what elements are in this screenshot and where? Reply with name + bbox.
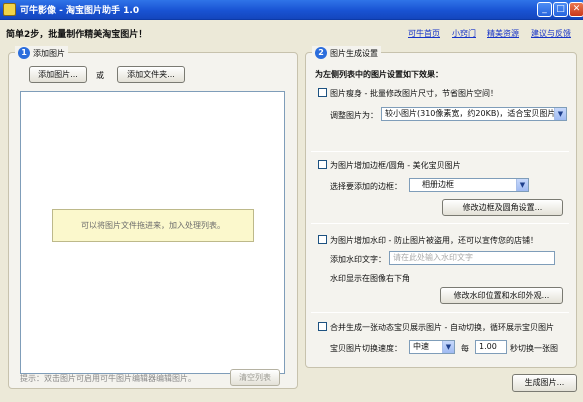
link-resources[interactable]: 精美资源 bbox=[487, 28, 519, 39]
app-icon bbox=[3, 3, 16, 16]
chevron-down-icon: ▼ bbox=[442, 341, 454, 353]
add-folder-button[interactable]: 添加文件夹... bbox=[117, 66, 185, 83]
border-checkbox[interactable] bbox=[318, 160, 327, 169]
slim-checkbox[interactable] bbox=[318, 88, 327, 97]
border-select[interactable]: 相册边框 ▼ bbox=[409, 178, 529, 192]
window-title: 可牛影像 - 淘宝图片助手 1.0 bbox=[20, 6, 140, 16]
resize-label: 调整图片为： bbox=[330, 111, 378, 120]
settings-legend: 2 图片生成设置 bbox=[312, 46, 381, 60]
border-settings-button[interactable]: 修改边框及圆角设置... bbox=[442, 199, 563, 216]
step-2-icon: 2 bbox=[315, 47, 327, 59]
divider bbox=[311, 151, 569, 152]
border-select-value: 相册边框 bbox=[422, 180, 454, 189]
every-label: 每 bbox=[461, 344, 469, 353]
divider bbox=[311, 223, 569, 224]
seconds-input[interactable]: 1.00 bbox=[475, 340, 507, 354]
client-area: 简单2步，批量制作精美淘宝图片！ 可牛首页 小窍门 精美资源 建议与反馈 1 添… bbox=[0, 20, 583, 402]
clear-list-button[interactable]: 清空列表 bbox=[230, 369, 280, 386]
maximize-button[interactable]: □ bbox=[553, 2, 568, 17]
image-list[interactable]: 可以将图片文件拖进来，加入处理列表。 bbox=[20, 91, 285, 374]
divider bbox=[311, 312, 569, 313]
slim-label[interactable]: 图片瘦身 - 批量修改图片尺寸，节省图片空间！ bbox=[330, 88, 498, 99]
tip-text: 提示：双击图片可启用可牛图片编辑器编辑图片。 bbox=[20, 374, 196, 383]
resize-value: 较小图片(310像素宽，约20KB)，适合宝贝图片 bbox=[385, 109, 556, 118]
close-button[interactable]: ✕ bbox=[569, 2, 583, 17]
merge-label[interactable]: 合并生成一张动态宝贝展示图片 - 自动切换，循环展示宝贝图片 bbox=[330, 322, 554, 333]
seconds-value: 1.00 bbox=[479, 342, 497, 351]
watermark-text-input[interactable]: 请在此处输入水印文字 bbox=[389, 251, 555, 265]
watermark-position-text: 水印显示在图像右下角 bbox=[330, 274, 410, 283]
watermark-label[interactable]: 为图片增加水印 - 防止图片被盗用，还可以宣传您的店铺！ bbox=[330, 235, 538, 246]
step-1-icon: 1 bbox=[18, 47, 30, 59]
minimize-button[interactable]: _ bbox=[537, 2, 552, 17]
settings-title: 图片生成设置 bbox=[330, 48, 378, 58]
link-tips[interactable]: 小窍门 bbox=[452, 28, 476, 39]
link-feedback[interactable]: 建议与反馈 bbox=[531, 28, 571, 39]
generate-button[interactable]: 生成图片... bbox=[512, 374, 577, 392]
chevron-down-icon: ▼ bbox=[516, 179, 528, 191]
add-images-legend: 1 添加图片 bbox=[15, 46, 68, 60]
speed-value: 中速 bbox=[413, 342, 429, 351]
page-headline: 简单2步，批量制作精美淘宝图片！ bbox=[6, 30, 148, 40]
seconds-suffix: 秒切换一张图 bbox=[510, 344, 558, 353]
link-homepage[interactable]: 可牛首页 bbox=[408, 28, 440, 39]
add-images-title: 添加图片 bbox=[33, 48, 65, 58]
resize-select[interactable]: 较小图片(310像素宽，约20KB)，适合宝贝图片 ▼ bbox=[381, 107, 567, 121]
watermark-settings-button[interactable]: 修改水印位置和水印外观... bbox=[440, 287, 563, 304]
merge-checkbox[interactable] bbox=[318, 322, 327, 331]
or-label: 或 bbox=[96, 71, 104, 80]
settings-intro: 为左侧列表中的图片设置如下效果： bbox=[315, 70, 443, 79]
border-select-label: 选择要添加的边框： bbox=[330, 182, 402, 191]
watermark-text-label: 添加水印文字： bbox=[330, 255, 386, 264]
chevron-down-icon: ▼ bbox=[554, 108, 566, 120]
speed-select[interactable]: 中速 ▼ bbox=[409, 340, 455, 354]
title-bar[interactable]: 可牛影像 - 淘宝图片助手 1.0 _ □ ✕ bbox=[0, 0, 583, 20]
watermark-checkbox[interactable] bbox=[318, 235, 327, 244]
add-image-button[interactable]: 添加图片... bbox=[29, 66, 87, 83]
drop-hint: 可以将图片文件拖进来，加入处理列表。 bbox=[52, 209, 254, 242]
border-label[interactable]: 为图片增加边框/圆角 - 美化宝贝图片 bbox=[330, 160, 461, 171]
speed-label: 宝贝图片切换速度： bbox=[330, 344, 402, 353]
